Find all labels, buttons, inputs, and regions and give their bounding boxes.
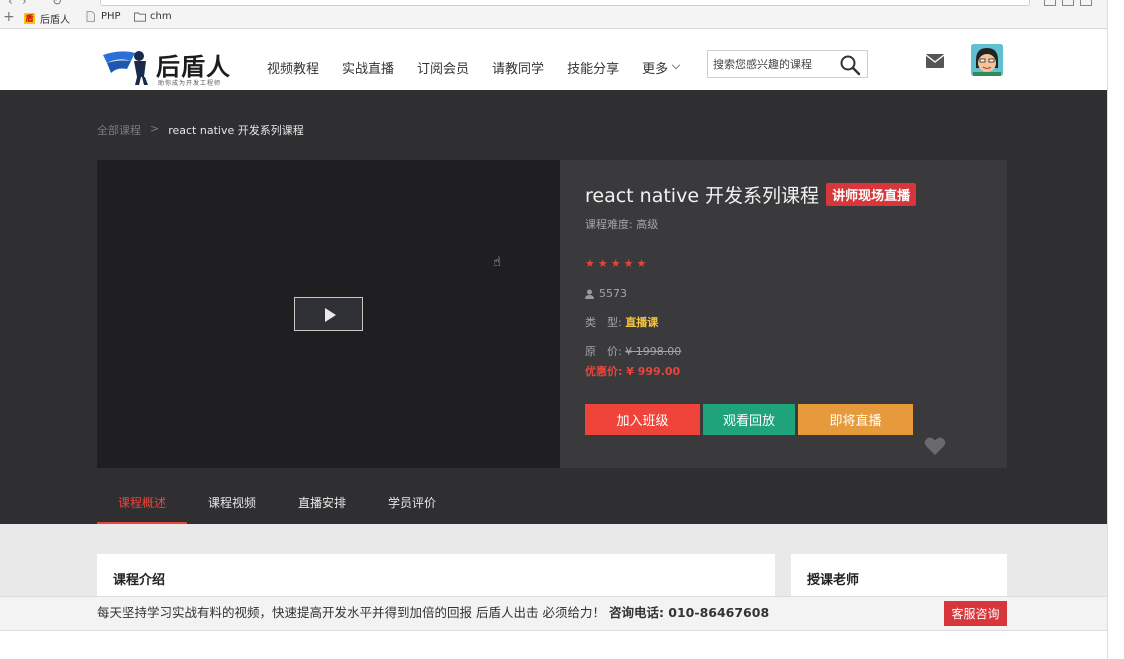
customer-service-button[interactable]: 客服咨询 [944, 601, 1007, 626]
student-count: 5573 [585, 287, 627, 300]
hd-favicon-icon: 盾 [24, 13, 35, 24]
scrollbar[interactable] [1107, 0, 1124, 659]
star-icon: ★ [636, 257, 647, 270]
heart-icon[interactable] [924, 436, 946, 456]
nav-share[interactable]: 技能分享 [567, 58, 619, 77]
back-icon[interactable]: ‹ [8, 0, 13, 8]
breadcrumb-separator: > [150, 122, 160, 135]
file-icon [85, 11, 96, 22]
bookmark-label: PHP [101, 11, 121, 22]
tab-reviews[interactable]: 学员评价 [367, 486, 457, 524]
course-title: react native 开发系列课程 [585, 185, 820, 207]
join-class-button[interactable]: 加入班级 [585, 404, 700, 435]
page-bottom [0, 630, 1107, 659]
user-avatar-icon [971, 44, 1003, 76]
course-tabs: 课程概述 课程视频 直播安排 学员评价 [97, 486, 457, 524]
original-price-value: ¥ 1998.00 [625, 345, 682, 358]
mail-icon[interactable] [926, 54, 944, 68]
rating-stars: ★ ★ ★ ★ ★ [585, 257, 646, 270]
nav-live[interactable]: 实战直播 [342, 58, 394, 77]
course-title-row: react native 开发系列课程 讲师现场直播 [585, 181, 917, 208]
avatar[interactable] [971, 44, 1003, 76]
forward-icon[interactable]: › [22, 0, 27, 8]
teacher-title: 授课老师 [807, 573, 860, 588]
tab-overview[interactable]: 课程概述 [97, 486, 188, 524]
site-header: 后盾人 助你成为开发工程师 视频教程 实战直播 订阅会员 请教同学 技能分享 更… [0, 29, 1107, 90]
course-type: 类 型: 直播课 [585, 314, 658, 330]
search-box [707, 50, 868, 78]
chevron-down-icon [671, 60, 681, 69]
breadcrumb-all-courses[interactable]: 全部课程 [97, 122, 141, 138]
nav-ask[interactable]: 请教同学 [492, 58, 544, 77]
extension-icon[interactable] [1062, 0, 1074, 6]
video-player[interactable] [97, 160, 560, 468]
reload-icon[interactable]: ↻ [52, 0, 62, 8]
extension-icon[interactable] [1044, 0, 1056, 6]
consult-phone: 咨询电话: 010-86467608 [608, 605, 770, 620]
type-value: 直播课 [625, 316, 659, 329]
hand-cursor-icon: ☝ [493, 255, 501, 270]
original-price: 原 价: ¥ 1998.00 [585, 343, 681, 359]
address-bar[interactable] [100, 0, 1030, 6]
menu-icon[interactable] [1080, 0, 1092, 6]
original-price-label: 原 价: [585, 345, 622, 358]
tab-videos[interactable]: 课程视频 [187, 486, 277, 524]
play-button[interactable] [294, 297, 363, 331]
browser-toolbar-icons [1044, 0, 1092, 6]
upcoming-live-button[interactable]: 即将直播 [798, 404, 913, 435]
star-icon: ★ [623, 257, 634, 270]
course-intro-title: 课程介绍 [113, 573, 166, 588]
logo-tagline: 助你成为开发工程师 [158, 80, 222, 87]
star-icon: ★ [610, 257, 621, 270]
course-hero: 全部课程 > react native 开发系列课程 ☝ react nativ… [0, 90, 1107, 524]
course-difficulty: 课程难度: 高级 [585, 218, 659, 231]
teacher-panel: 授课老师 [791, 554, 1007, 598]
logo-hero-icon [103, 51, 148, 85]
discount-price-label: 优惠价: [585, 365, 623, 378]
breadcrumb: 全部课程 > react native 开发系列课程 [97, 122, 304, 138]
student-count-value: 5573 [599, 287, 627, 300]
site-logo[interactable]: 后盾人 助你成为开发工程师 [101, 43, 236, 89]
new-tab-icon[interactable]: + [3, 9, 15, 25]
promo-bar: 每天坚持学习实战有料的视频，快速提高开发水平并得到加倍的回报 后盾人出击 必须给… [0, 596, 1107, 630]
star-icon: ★ [597, 257, 608, 270]
discount-price-value: ¥ 999.00 [626, 365, 681, 378]
star-icon: ★ [585, 257, 595, 270]
nav-more-label: 更多 [642, 62, 669, 77]
folder-icon [134, 11, 146, 22]
logo-name: 后盾人 [156, 53, 231, 81]
nav-membership[interactable]: 订阅会员 [417, 58, 469, 77]
type-label: 类 型: [585, 316, 622, 329]
search-input[interactable] [708, 51, 834, 77]
breadcrumb-current: react native 开发系列课程 [168, 124, 304, 137]
promo-text: 每天坚持学习实战有料的视频，快速提高开发水平并得到加倍的回报 后盾人出击 必须给… [97, 605, 605, 620]
bookmark-houdunren[interactable]: 盾 后盾人 [24, 11, 70, 26]
main-nav: 视频教程 实战直播 订阅会员 请教同学 技能分享 更多 [267, 58, 702, 77]
course-info-panel: react native 开发系列课程 讲师现场直播 课程难度: 高级 ★ ★ … [560, 160, 1007, 468]
search-icon[interactable] [839, 54, 861, 76]
nav-videos[interactable]: 视频教程 [267, 58, 319, 77]
watch-replay-button[interactable]: 观看回放 [703, 404, 795, 435]
browser-chrome: ‹ › ↻ + 盾 后盾人 PHP chm [0, 0, 1107, 29]
user-icon [585, 289, 594, 299]
live-badge: 讲师现场直播 [826, 183, 917, 206]
action-buttons: 加入班级 观看回放 即将直播 [585, 404, 913, 435]
course-intro-panel: 课程介绍 [97, 554, 775, 598]
promo-message: 每天坚持学习实战有料的视频，快速提高开发水平并得到加倍的回报 后盾人出击 必须给… [97, 602, 769, 621]
bookmark-label: chm [150, 11, 172, 22]
nav-more[interactable]: 更多 [642, 58, 681, 77]
bookmark-label: 后盾人 [40, 15, 70, 26]
discount-price: 优惠价: ¥ 999.00 [585, 363, 680, 379]
bookmark-php[interactable]: PHP [85, 11, 121, 22]
bookmark-chm[interactable]: chm [134, 11, 172, 22]
tab-schedule[interactable]: 直播安排 [277, 486, 367, 524]
